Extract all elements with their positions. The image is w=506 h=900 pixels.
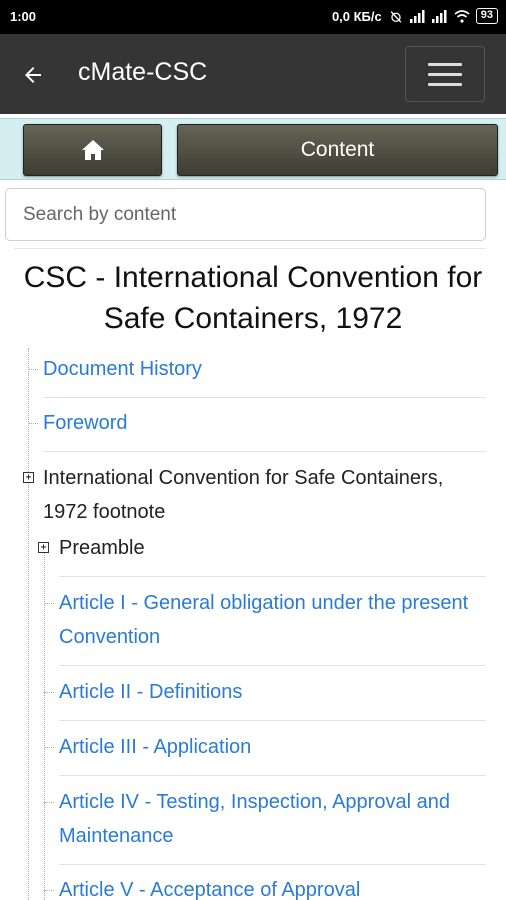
content-button[interactable]: Content (177, 124, 498, 176)
tree-item-article-3[interactable]: Article III - Application (59, 730, 486, 776)
network-speed: 0,0 КБ/с (331, 8, 382, 24)
tree-item-article-1[interactable]: Article I - General obligation under the… (59, 586, 486, 666)
home-icon (81, 140, 104, 160)
home-button[interactable] (23, 124, 162, 176)
status-bar: 1:00 0,0 КБ/с 93 (0, 0, 506, 34)
app-title: cMate-CSC (78, 58, 208, 86)
tree-item-foreword[interactable]: Foreword (43, 406, 486, 452)
alarm-off-icon (390, 10, 402, 23)
tree-guide-line (28, 348, 29, 900)
expand-icon[interactable]: + (23, 472, 34, 483)
menu-button[interactable] (405, 46, 485, 102)
tree-item-article-2[interactable]: Article II - Definitions (59, 675, 486, 721)
status-indicators: 0,0 КБ/с 93 (332, 8, 498, 24)
wifi-icon (454, 9, 470, 23)
arrow-left-icon (25, 67, 41, 83)
back-button[interactable] (18, 60, 48, 90)
tree-item-article-5[interactable]: Article V - Acceptance of Approval (59, 873, 486, 900)
tree-item-document-history[interactable]: Document History (43, 352, 486, 398)
toolbar: Content (0, 118, 506, 180)
expand-icon-preamble[interactable]: + (38, 542, 49, 553)
signal-icon (409, 9, 425, 23)
tree-item-convention[interactable]: International Convention for Safe Contai… (43, 461, 453, 529)
tree-guide-line-nested (44, 544, 45, 900)
search-input[interactable] (5, 188, 486, 241)
tree-item-preamble[interactable]: Preamble (59, 531, 486, 577)
status-time: 1:00 (10, 9, 37, 24)
document-title: CSC - International Convention for Safe … (23, 261, 483, 335)
app-bar: cMate-CSC (0, 34, 506, 114)
hamburger-menu-icon (428, 62, 462, 66)
tree-item-article-4[interactable]: Article IV - Testing, Inspection, Approv… (59, 785, 486, 865)
battery-icon: 93 (475, 8, 498, 24)
signal-icon-2 (431, 9, 447, 23)
divider (14, 248, 486, 249)
